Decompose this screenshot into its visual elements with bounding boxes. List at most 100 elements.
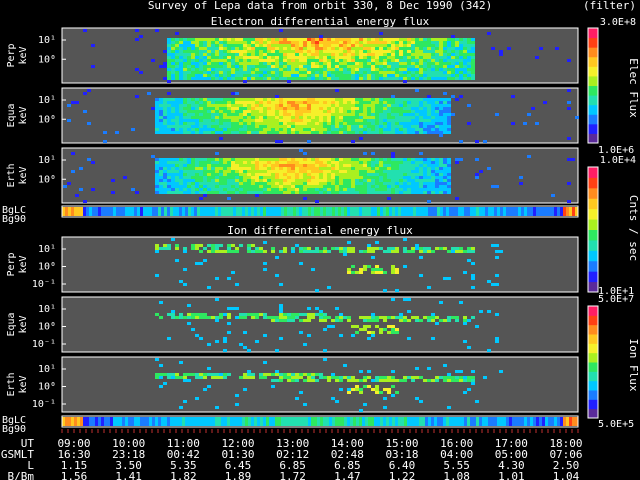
- spectrogram-cell: [439, 50, 443, 53]
- spectrogram-cell: [283, 179, 287, 182]
- spectrogram-cell: [383, 119, 387, 122]
- spectrogram-cell: [399, 167, 403, 170]
- spectrogram-cell: [451, 35, 455, 38]
- spectrogram-cell: [211, 74, 215, 77]
- spectrogram-cell: [387, 376, 391, 379]
- spectrogram-cell: [171, 110, 175, 113]
- spectrogram-cell: [283, 77, 287, 80]
- spectrogram-cell: [419, 274, 423, 277]
- spectrogram-cell: [427, 98, 431, 101]
- spectrogram-cell: [207, 188, 211, 191]
- spectrogram-cell: [295, 77, 299, 80]
- spectrogram-cell: [363, 191, 367, 194]
- spectrogram-cell: [335, 56, 339, 59]
- spectrogram-cell: [207, 71, 211, 74]
- spectrogram-cell: [183, 113, 187, 116]
- spectrogram-cell: [303, 107, 307, 110]
- spectrogram-cell: [427, 170, 431, 173]
- spectrogram-cell: [203, 313, 207, 316]
- spectrogram-cell: [435, 158, 439, 161]
- spectrogram-cell: [467, 247, 471, 250]
- bg-cell: [134, 417, 137, 426]
- spectrogram-cell: [199, 56, 203, 59]
- spectrogram-cell: [167, 185, 171, 188]
- spectrogram-cell: [67, 182, 71, 185]
- spectrogram-cell: [191, 110, 195, 113]
- spectrogram-cell: [223, 62, 227, 65]
- spectrogram-cell: [339, 62, 343, 65]
- spectrogram-cell: [279, 53, 283, 56]
- spectrogram-cell: [419, 131, 423, 134]
- bg-cell: [116, 207, 119, 216]
- spectrogram-cell: [407, 158, 411, 161]
- bg-cell: [317, 207, 320, 216]
- spectrogram-cell: [339, 71, 343, 74]
- spectrogram-cell: [447, 128, 451, 131]
- bg-cell: [377, 417, 380, 426]
- spectrogram-cell: [231, 44, 235, 47]
- spectrogram-cell: [343, 188, 347, 191]
- spectrogram-cell: [295, 113, 299, 116]
- spectrogram-cell: [211, 62, 215, 65]
- spectrogram-cell: [367, 59, 371, 62]
- spectrogram-cell: [383, 53, 387, 56]
- spectrogram-cell: [415, 68, 419, 71]
- spectrogram-cell: [295, 191, 299, 194]
- bg-cell: [281, 207, 284, 216]
- bg-cell: [185, 207, 188, 216]
- spectrogram-cell: [295, 158, 299, 161]
- spectrogram-cell: [223, 68, 227, 71]
- spectrogram-cell: [383, 56, 387, 59]
- spectrogram-cell: [371, 173, 375, 176]
- spectrogram-cell: [395, 119, 399, 122]
- spectrogram-cell: [339, 56, 343, 59]
- spectrogram-cell: [407, 128, 411, 131]
- spectrogram-cell: [211, 188, 215, 191]
- spectrogram-cell: [227, 197, 231, 200]
- spectrogram-cell: [311, 62, 315, 65]
- spectrogram-cell: [219, 131, 223, 134]
- spectrogram-cell: [407, 250, 411, 253]
- spectrogram-cell: [167, 74, 171, 77]
- spectrogram-cell: [239, 119, 243, 122]
- spectrogram-cell: [415, 247, 419, 250]
- spectrogram-cell: [419, 376, 423, 379]
- spectrogram-cell: [179, 41, 183, 44]
- spectrogram-cell: [279, 119, 283, 122]
- spectrogram-cell: [339, 113, 343, 116]
- spectrogram-cell: [379, 271, 383, 274]
- spectrogram-cell: [239, 101, 243, 104]
- spectrogram-cell: [443, 364, 447, 367]
- spectrogram-cell: [419, 113, 423, 116]
- spectrogram-cell: [163, 164, 167, 167]
- spectrogram-cell: [215, 185, 219, 188]
- spectrogram-cell: [363, 122, 367, 125]
- spectrogram-cell: [463, 65, 467, 68]
- spectrogram-cell: [279, 337, 283, 340]
- spectrogram-cell: [475, 173, 479, 176]
- panel-eEqua: Equa keV10¹10⁰: [6, 87, 579, 144]
- spectrogram-cell: [507, 47, 511, 50]
- spectrogram-cell: [403, 47, 407, 50]
- bg-cell: [155, 417, 158, 426]
- bg-cell: [263, 207, 266, 216]
- spectrogram-cell: [159, 164, 163, 167]
- spectrogram-cell: [367, 170, 371, 173]
- spectrogram-cell: [435, 62, 439, 65]
- spectrogram-cell: [435, 182, 439, 185]
- spectrogram-cell: [327, 59, 331, 62]
- spectrogram-cell: [255, 170, 259, 173]
- spectrogram-cell: [187, 59, 191, 62]
- spectrogram-cell: [363, 268, 367, 271]
- spectrogram-cell: [223, 182, 227, 185]
- spectrogram-cell: [347, 44, 351, 47]
- spectrogram-cell: [339, 176, 343, 179]
- bg-cell: [248, 417, 251, 426]
- spectrogram-cell: [247, 71, 251, 74]
- spectrogram-cell: [199, 262, 203, 265]
- spectrogram-cell: [431, 56, 435, 59]
- spectrogram-cell: [191, 328, 195, 331]
- spectrogram-cell: [179, 406, 183, 409]
- spectrogram-cell: [187, 176, 191, 179]
- spectrogram-cell: [159, 122, 163, 125]
